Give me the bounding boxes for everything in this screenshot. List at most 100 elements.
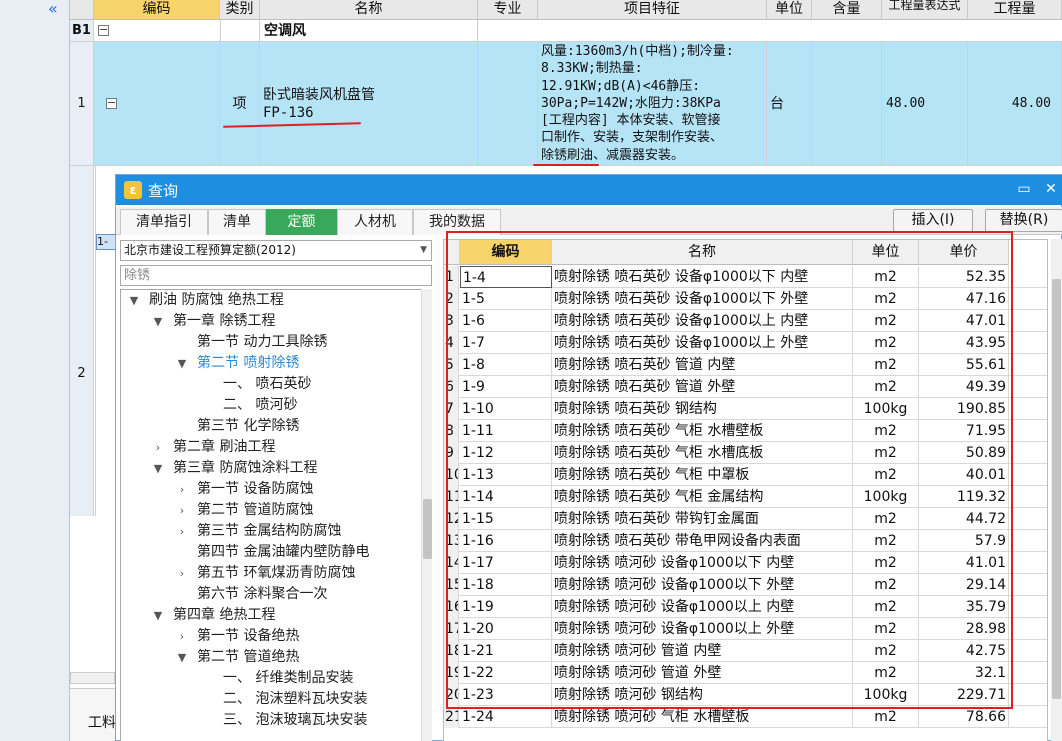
maximize-icon[interactable]: ▭: [1014, 179, 1034, 199]
tree-node[interactable]: 第四节 金属油罐内壁防静电: [175, 542, 369, 563]
tab-labor-material[interactable]: 人材机: [337, 209, 413, 235]
table-row[interactable]: 191-22喷射除锈 喷河砂 管道 外壁m232.1: [444, 662, 1047, 684]
th-price[interactable]: 单价: [919, 240, 1009, 265]
table-row[interactable]: 161-19喷射除锈 喷河砂 设备φ1000以上 内壁m235.79: [444, 596, 1047, 618]
table-row[interactable]: 101-13喷射除锈 喷石英砂 气柜 中罩板m240.01: [444, 464, 1047, 486]
tree-scrollbar[interactable]: [421, 289, 432, 741]
tree-node[interactable]: 第一节 动力工具除锈: [175, 332, 327, 353]
item-row[interactable]: 1 − 项 卧式暗装风机盘管 FP-136 风量:1360m3/h(中档);制冷…: [70, 42, 1062, 166]
table-row[interactable]: 1 1-4 喷射除锈 喷石英砂 设备φ1000以下 内壁 m2 52.35: [444, 266, 1047, 288]
chevron-right-icon[interactable]: ›: [175, 479, 189, 500]
th-name[interactable]: 名称: [552, 240, 853, 265]
tree-node[interactable]: › 第二节 管道防腐蚀: [175, 500, 314, 521]
item-model: FP-136: [263, 105, 314, 121]
tree-node[interactable]: ▼ 第二节 喷射除锈: [175, 353, 300, 374]
table-row[interactable]: 7 1-10 喷射除锈 喷石英砂 钢结构 100kg 190.85: [444, 398, 1047, 420]
table-row[interactable]: 111-14喷射除锈 喷石英砂 气柜 金属结构100kg119.32: [444, 486, 1047, 508]
table-row[interactable]: 131-16喷射除锈 喷石英砂 带龟甲网设备内表面m257.9: [444, 530, 1047, 552]
chevron-right-icon[interactable]: ›: [175, 563, 189, 584]
col-header-code[interactable]: 编码: [94, 0, 220, 20]
quota-library-select[interactable]: 北京市建设工程预算定额(2012) ▼: [120, 240, 432, 261]
tree-node[interactable]: ▼ 第一章 除锈工程: [151, 311, 276, 332]
th-unit[interactable]: 单位: [853, 240, 919, 265]
group-row[interactable]: B1 − 空调风: [70, 20, 1062, 42]
chevron-down-icon[interactable]: ▼: [151, 311, 165, 332]
tree-scroll-thumb[interactable]: [423, 499, 432, 559]
quota-library-value: 北京市建设工程预算定额(2012): [124, 243, 296, 257]
table-row[interactable]: 171-20喷射除锈 喷河砂 设备φ1000以上 外壁m228.98: [444, 618, 1047, 640]
chevron-down-icon[interactable]: ▼: [151, 605, 165, 626]
chevron-down-icon[interactable]: ▼: [175, 647, 189, 668]
chevron-right-icon[interactable]: ›: [175, 500, 189, 521]
table-row[interactable]: 4 1-7 喷射除锈 喷石英砂 设备φ1000以上 外壁 m2 43.95: [444, 332, 1047, 354]
cell-name: 喷射除锈 喷河砂 气柜 水槽壁板: [552, 706, 853, 728]
tree-node[interactable]: 一、 纤维类制品安装: [201, 668, 353, 689]
search-input[interactable]: 除锈: [120, 265, 432, 286]
th-code[interactable]: 编码: [460, 240, 552, 265]
col-header-major[interactable]: 专业: [478, 0, 538, 20]
tab-quota[interactable]: 定额: [266, 209, 337, 235]
h-scrollbar[interactable]: [70, 672, 115, 684]
tree-node[interactable]: 第六节 涂料聚合一次: [175, 584, 327, 605]
tree-node[interactable]: 三、 泡沫玻璃瓦块安装: [201, 710, 367, 731]
col-header-expression[interactable]: 工程量表达式: [882, 0, 968, 20]
replace-button[interactable]: 替换(R): [985, 209, 1062, 232]
col-header-features[interactable]: 项目特征: [538, 0, 767, 20]
cell-price: 44.72: [919, 508, 1009, 530]
tree-node[interactable]: ▼ 第二节 管道绝热: [175, 647, 300, 668]
row-2-code-tag[interactable]: 1-: [96, 234, 116, 250]
table-row[interactable]: 9 1-12 喷射除锈 喷石英砂 气柜 水槽底板 m2 50.89: [444, 442, 1047, 464]
col-header-name[interactable]: 名称: [260, 0, 478, 20]
col-header-content[interactable]: 含量: [812, 0, 882, 20]
tree-node[interactable]: ▼ 第四章 绝热工程: [151, 605, 276, 626]
col-header-unit[interactable]: 单位: [767, 0, 812, 20]
tab-my-data[interactable]: 我的数据: [413, 209, 501, 235]
chevron-down-icon[interactable]: ▼: [151, 458, 165, 479]
table-row[interactable]: 211-24喷射除锈 喷河砂 气柜 水槽壁板m278.66: [444, 706, 1047, 728]
dialog-titlebar[interactable]: ε 查询 ▭ ✕: [116, 175, 1062, 205]
row-2-block[interactable]: 2: [70, 232, 94, 516]
tree-node[interactable]: › 第一节 设备防腐蚀: [175, 479, 314, 500]
row-index: 9: [444, 442, 459, 464]
table-row[interactable]: 2 1-5 喷射除锈 喷石英砂 设备φ1000以下 外壁 m2 47.16: [444, 288, 1047, 310]
tab-list[interactable]: 清单: [208, 209, 266, 235]
tree-node[interactable]: 二、 泡沫塑料瓦块安装: [201, 689, 367, 710]
close-icon[interactable]: ✕: [1041, 179, 1061, 199]
table-row[interactable]: 201-23喷射除锈 喷河砂 钢结构100kg229.71: [444, 684, 1047, 706]
table-row[interactable]: 121-15喷射除锈 喷石英砂 带钩钉金属面m244.72: [444, 508, 1047, 530]
double-chevron-left-icon[interactable]: «: [48, 1, 66, 18]
collapse-toggle[interactable]: −: [98, 24, 109, 36]
item-features: 风量:1360m3/h(中档);制冷量: 8.33KW;制热量: 12.91KW…: [538, 42, 767, 165]
tree-node[interactable]: › 第一节 设备绝热: [175, 626, 300, 647]
tree-node[interactable]: 第三节 化学除锈: [175, 416, 299, 437]
table-row[interactable]: 8 1-11 喷射除锈 喷石英砂 气柜 水槽壁板 m2 71.95: [444, 420, 1047, 442]
tree-node[interactable]: › 第二章 刷油工程: [151, 437, 276, 458]
chevron-right-icon[interactable]: ›: [175, 626, 189, 647]
tree-node[interactable]: 一、 喷石英砂: [201, 374, 311, 395]
tree-node[interactable]: ▼ 刷油 防腐蚀 绝热工程: [127, 290, 284, 311]
chevron-down-icon[interactable]: ▼: [175, 353, 189, 374]
insert-button[interactable]: 插入(I): [893, 209, 973, 232]
table-row[interactable]: 5 1-8 喷射除锈 喷石英砂 管道 内壁 m2 55.61: [444, 354, 1047, 376]
chevron-right-icon[interactable]: ›: [151, 437, 165, 458]
col-header-quantity[interactable]: 工程量: [968, 0, 1062, 20]
table-scroll-thumb[interactable]: [1052, 279, 1061, 699]
tree-node[interactable]: 二、 喷河砂: [201, 395, 297, 416]
table-row[interactable]: 3 1-6 喷射除锈 喷石英砂 设备φ1000以上 内壁 m2 47.01: [444, 310, 1047, 332]
table-row[interactable]: 141-17喷射除锈 喷河砂 设备φ1000以下 内壁m241.01: [444, 552, 1047, 574]
cell-unit: 100kg: [853, 486, 919, 508]
tree-node[interactable]: ▼ 第三章 防腐蚀涂料工程: [151, 458, 318, 479]
table-row[interactable]: 181-21喷射除锈 喷河砂 管道 内壁m242.75: [444, 640, 1047, 662]
table-row[interactable]: 6 1-9 喷射除锈 喷石英砂 管道 外壁 m2 49.39: [444, 376, 1047, 398]
chevron-right-icon[interactable]: ›: [175, 521, 189, 542]
tab-list-guide[interactable]: 清单指引: [120, 209, 208, 235]
table-scrollbar[interactable]: [1051, 239, 1062, 741]
tree-node[interactable]: › 第五节 环氧煤沥青防腐蚀: [175, 563, 356, 584]
table-row[interactable]: 151-18喷射除锈 喷河砂 设备φ1000以下 外壁m229.14: [444, 574, 1047, 596]
bottom-tab-materials[interactable]: 工料: [88, 712, 116, 732]
row-index: 5: [444, 354, 459, 376]
tree-node[interactable]: › 第三节 金属结构防腐蚀: [175, 521, 342, 542]
chevron-down-icon[interactable]: ▼: [127, 290, 141, 311]
cell-price: 29.14: [919, 574, 1009, 596]
col-header-type[interactable]: 类别: [220, 0, 260, 20]
